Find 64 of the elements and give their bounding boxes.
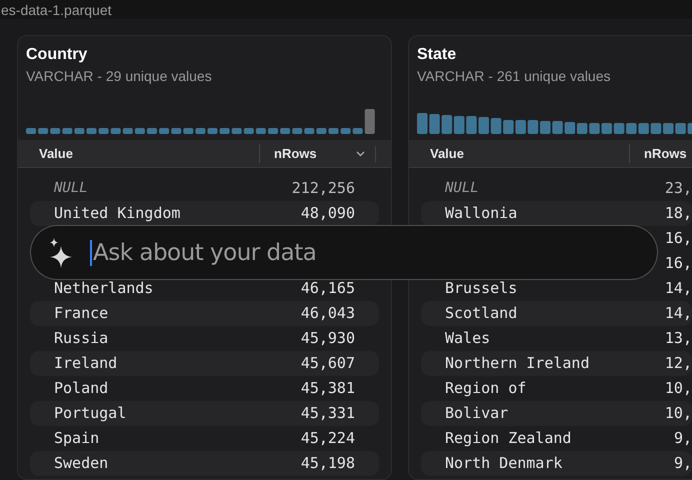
count-cell-text: 46,043 (300, 303, 355, 324)
column-title: Country (26, 45, 88, 65)
count-cell-text: 9, (674, 428, 692, 450)
window-title: es-data-1.parquet (1, 1, 112, 19)
count-cell-text: 13, (664, 328, 692, 350)
value-cell-text: Northern Ireland (445, 353, 590, 374)
value-cell-text: Brussels (445, 278, 518, 300)
value-cell-text: Portugal (54, 403, 126, 424)
count-cell-text: 16, (664, 253, 692, 274)
count-cell-text: 10, (664, 403, 692, 424)
value-cell-text: Poland (54, 378, 108, 400)
column-header[interactable]: Value (409, 144, 630, 164)
count-cell-text: 10, (664, 378, 692, 400)
value-cell-text: United Kingdom (54, 203, 180, 224)
table-row[interactable]: Wallonia 18, (421, 201, 692, 226)
column-header[interactable]: nRows (630, 144, 687, 164)
count-cell-text: 48,090 (300, 203, 355, 224)
value-cell-text: Scotland (445, 303, 518, 324)
ask-field[interactable]: Ask about your data (30, 225, 658, 280)
column-type: VARCHAR - 261 unique values (417, 67, 612, 86)
value-cell-text: Bolivar (445, 403, 508, 424)
value-cell-text: Sweden (54, 453, 108, 474)
count-cell-text: 23, (664, 178, 692, 200)
table-row[interactable]: France 46,043 (30, 301, 379, 326)
count-cell-text: 45,198 (300, 453, 355, 474)
column-title: State (417, 45, 458, 65)
chevron-down-icon (356, 150, 365, 156)
count-cell-text: 46,165 (300, 278, 355, 300)
table-row[interactable]: Sweden 45,198 (30, 451, 379, 476)
table-row[interactable]: Portugal 45,331 (30, 401, 379, 426)
count-cell-text: 45,381 (300, 378, 355, 400)
count-cell-text: 16, (664, 228, 692, 250)
column-header[interactable]: Value (18, 144, 260, 164)
table-row[interactable]: Ireland 45,607 (30, 351, 379, 376)
text-cursor (90, 240, 92, 266)
count-cell-text: 45,224 (300, 428, 355, 450)
value-cell-text: France (54, 303, 108, 324)
column-type: VARCHAR - 29 unique values (26, 67, 213, 86)
value-cell-text: North Denmark (445, 453, 562, 474)
count-cell-text: 9, (674, 453, 692, 474)
table-row[interactable]: Northern Ireland 12, (421, 351, 692, 376)
count-cell-text: 14, (664, 278, 692, 300)
table-row[interactable]: Bolivar 10, (421, 401, 692, 426)
value-cell-text: Russia (54, 328, 108, 350)
value-cell-text: Region Zealand (445, 428, 572, 450)
table-row[interactable]: United Kingdom 48,090 (30, 201, 379, 226)
value-cell-text: NULL (54, 179, 88, 198)
table-row[interactable]: North Denmark 9, (421, 451, 692, 476)
value-cell-text: Netherlands (54, 278, 154, 300)
value-cell-text: NULL (445, 179, 479, 198)
count-cell-text: 45,930 (300, 328, 355, 350)
table-row[interactable]: Scotland 14, (421, 301, 692, 326)
count-cell-text: 12, (664, 353, 692, 374)
value-cell-text: Wales (445, 328, 490, 350)
value-cell-text: Ireland (54, 353, 118, 374)
value-cell-text: Spain (54, 428, 100, 450)
value-cell-text: Region of (445, 378, 526, 400)
count-cell-text: 45,331 (300, 403, 355, 424)
column-header[interactable]: nRows (260, 144, 317, 164)
count-cell-text: 14, (664, 303, 692, 324)
count-cell-text: 45,607 (300, 353, 355, 374)
count-cell-text: 212,256 (292, 178, 355, 200)
count-cell-text: 18, (664, 203, 692, 224)
value-cell-text: Wallonia (445, 203, 518, 224)
